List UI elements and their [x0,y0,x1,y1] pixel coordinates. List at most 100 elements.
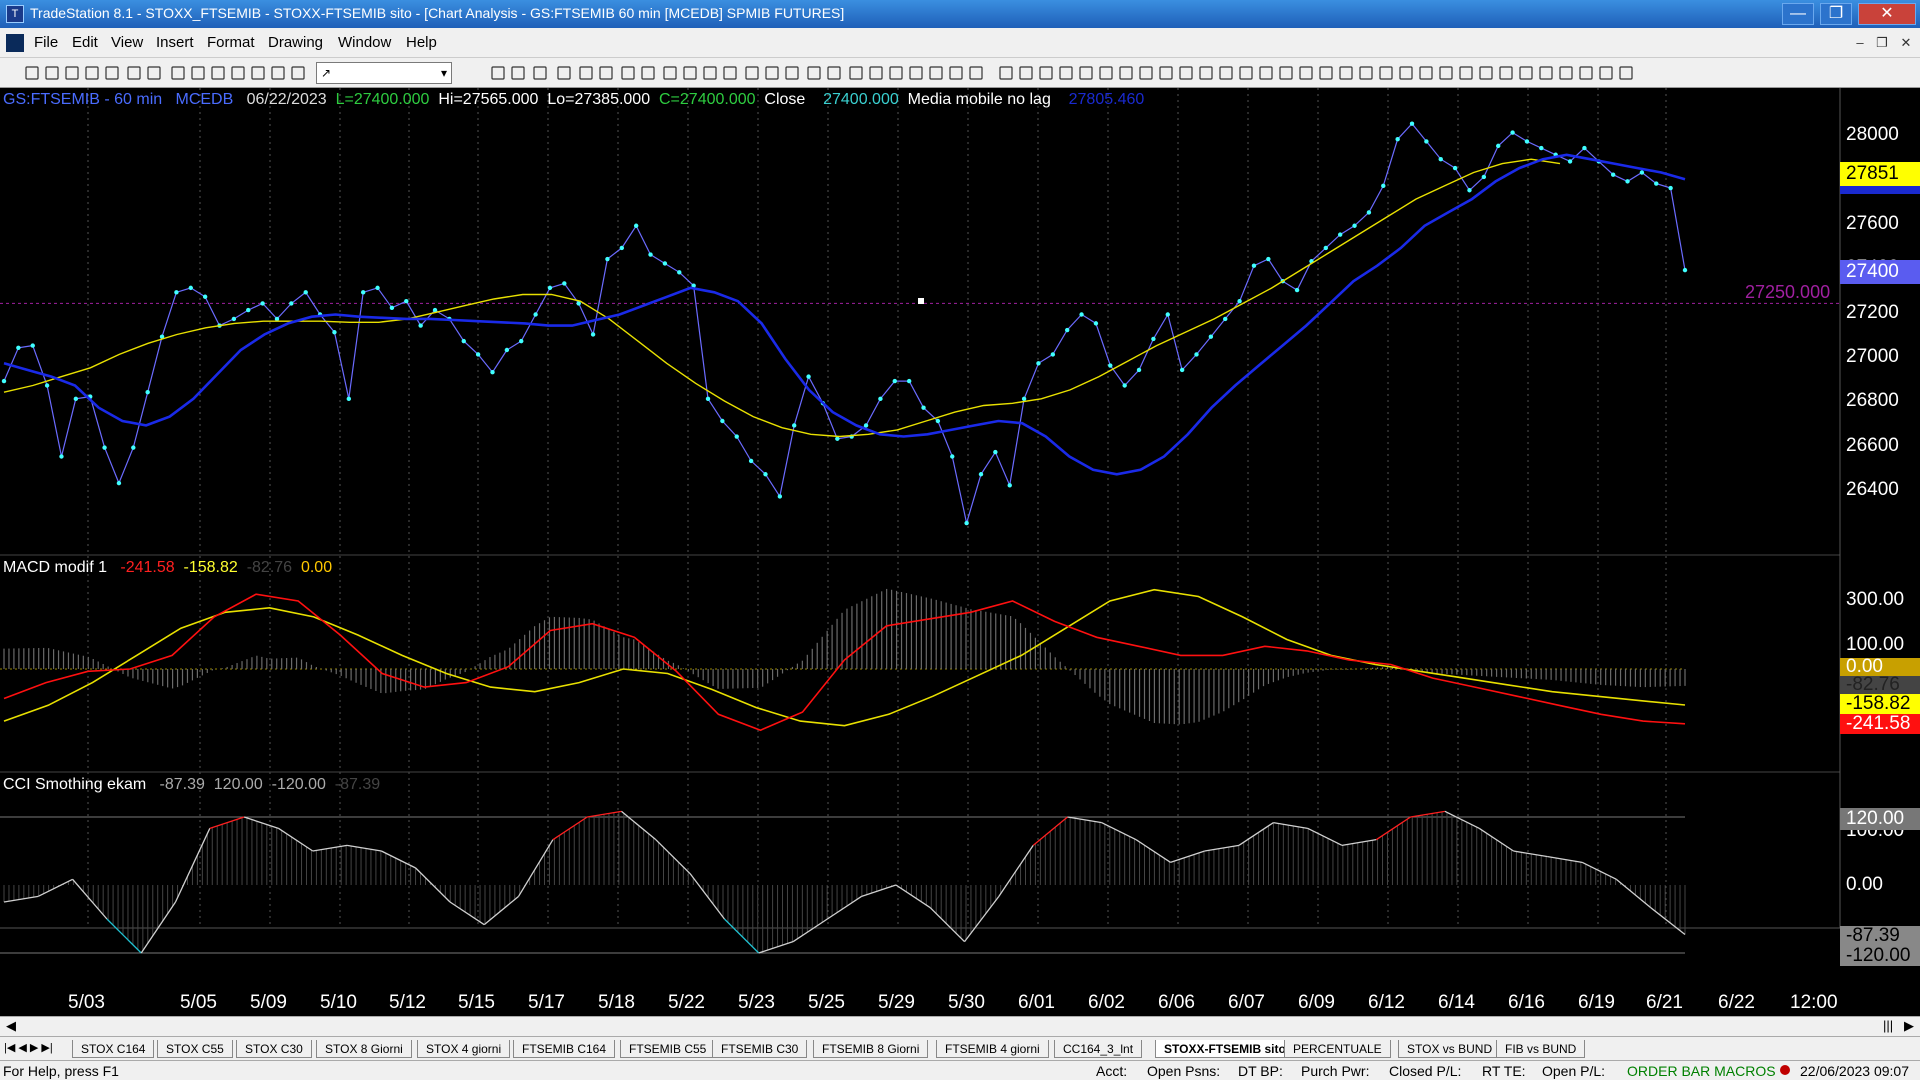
cci-line-segment [1513,850,1548,858]
menu-help[interactable]: Help [406,34,437,51]
price-point [418,323,423,328]
workspace-tab[interactable]: STOX C30 [236,1040,312,1058]
price-point [863,423,869,428]
scroll-grip-icon[interactable]: ||| [1883,1018,1893,1033]
workspace-tab[interactable]: STOX 4 giorni [417,1040,511,1058]
toolbar-icon [1619,66,1633,80]
price-point [332,330,337,335]
menu-insert[interactable]: Insert [156,34,194,51]
toolbar-icons[interactable] [0,58,1920,88]
toolbar-icon [703,66,717,80]
price-point [1136,367,1142,373]
horizontal-scrollbar[interactable]: ◀ ||| ▶ [0,1016,1920,1036]
workspace-tab[interactable]: STOX C164 [72,1040,155,1058]
toolbar-icon [909,66,923,80]
workspace-tab[interactable]: FIB vs BUND [1496,1040,1586,1058]
menu-file[interactable]: File [34,34,58,51]
chart-canvas[interactable] [0,88,1920,1016]
toolbar-icon [171,66,185,80]
cci-v3: -120.00 [271,776,326,793]
mdi-close-button[interactable]: ✕ [1896,33,1916,53]
close-value: 27400.000 [823,91,899,108]
time-axis-label: 5/03 [68,992,105,1013]
mdi-minimize-button[interactable]: – [1850,33,1870,53]
alert-line-label: 27250.000 [1745,282,1831,302]
workspace-tab[interactable]: STOX 8 Giorni [316,1040,412,1058]
price-point [1151,336,1156,342]
macd-v3: -82.76 [246,559,293,576]
menu-view[interactable]: View [111,34,143,51]
tab-nav-icon[interactable]: |◀ ◀ ▶ ▶| [4,1041,53,1054]
minimize-button[interactable]: — [1782,3,1814,25]
workspace-tab[interactable]: PERCENTUALE [1284,1040,1391,1058]
toolbar-icon [1339,66,1353,80]
price-point [174,290,179,295]
price-point [993,449,998,455]
price-point [1625,179,1630,184]
status-open-pl: Open P/L: [1542,1063,1606,1079]
price-point [1036,361,1041,366]
menu-format[interactable]: Format [207,34,255,51]
price-point [950,454,955,459]
ma-blue-line [3,153,1686,476]
price-point [1352,223,1357,228]
menu-window[interactable]: Window [338,34,391,51]
price-point [906,378,912,384]
toolbar-icon [491,66,505,80]
price-point [1165,312,1170,317]
close-label: Close [764,91,806,108]
price-point [1223,316,1228,322]
price-point [44,383,50,388]
macd-gray-box: -82.76 [1840,675,1920,694]
price-point [1438,156,1443,162]
menu-drawing[interactable]: Drawing [268,34,323,51]
price-point [1424,139,1429,144]
cci-line-segment [929,907,966,943]
data-label: MCEDB [175,91,234,108]
price-point [1639,170,1645,175]
chart-area[interactable]: GS:FTSEMIB - 60 min MCEDB 06/22/2023 L=2… [0,88,1920,1016]
toolbar-icon [599,66,613,80]
price-point [490,369,495,375]
workspace-tab[interactable]: STOXX-FTSEMIB sito [1155,1040,1295,1058]
workspace-tabs: |◀ ◀ ▶ ▶| STOX C164 STOX C55 STOX C30 STOX … [0,1036,1920,1060]
menu-edit[interactable]: Edit [72,34,98,51]
maximize-button[interactable]: ❐ [1820,3,1852,25]
workspace-tab[interactable]: STOX vs BUND [1398,1040,1502,1058]
time-axis-label: 6/07 [1228,992,1265,1013]
workspace-tab[interactable]: CC164_3_lnt [1054,1040,1143,1058]
price-point [246,307,251,313]
workspace-tab[interactable]: FTSEMIB C30 [712,1040,808,1058]
tradestation-icon: T [6,5,24,23]
price-point [806,374,811,379]
scroll-right-icon[interactable]: ▶ [1904,1018,1914,1034]
scroll-left-icon[interactable]: ◀ [6,1018,16,1034]
cci-line-segment [895,884,931,909]
price-point [519,338,524,344]
toolbar-icon [1279,66,1293,80]
chart-window-icon[interactable] [6,34,24,52]
toolbar-icon [849,66,863,80]
price-point [1266,256,1271,262]
toolbar-icon [1019,66,1033,80]
workspace-tab[interactable]: FTSEMIB 8 Giorni [813,1040,929,1058]
mdi-restore-button[interactable]: ❐ [1872,33,1892,53]
workspace-tab[interactable]: FTSEMIB 4 giorni [936,1040,1049,1058]
price-point [878,396,883,402]
close-button[interactable]: ✕ [1858,3,1916,25]
price-tick: 26400 [1846,479,1899,500]
time-axis-label: 5/18 [598,992,635,1013]
status-dot-icon [1780,1065,1790,1075]
price-tick: 27600 [1846,213,1899,234]
price-point [475,352,481,357]
workspace-tab[interactable]: FTSEMIB C164 [513,1040,616,1058]
ma-name: Media mobile no lag [907,91,1051,108]
workspace-tab[interactable]: FTSEMIB C55 [620,1040,716,1058]
toolbar-icon [1379,66,1393,80]
price-point [533,312,538,317]
status-orderbar[interactable]: ORDER BAR MACROS [1627,1063,1776,1079]
toolbar-icon [1219,66,1233,80]
price-point [605,256,610,262]
workspace-tab[interactable]: STOX C55 [157,1040,233,1058]
drawing-tool-combo[interactable]: ↗ ▾ [316,62,452,84]
